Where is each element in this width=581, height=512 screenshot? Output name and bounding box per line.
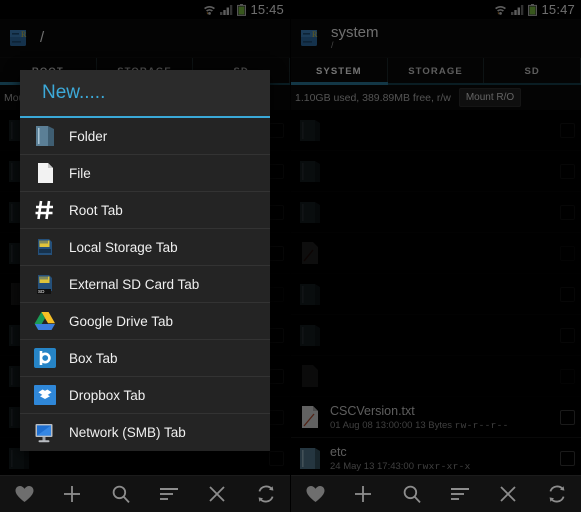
- refresh-icon[interactable]: [250, 480, 282, 508]
- hash-icon: [32, 197, 57, 223]
- menu-item-dropbox-tab[interactable]: Dropbox Tab: [20, 377, 270, 414]
- box-icon: [32, 345, 57, 371]
- menu-item-label: Root Tab: [69, 202, 123, 218]
- sdcard-icon: [32, 234, 57, 260]
- sort-icon[interactable]: [444, 480, 476, 508]
- folder-icon: [32, 123, 57, 149]
- menu-item-label: Box Tab: [69, 350, 118, 366]
- dual-screenshot: 15:45 R / ROOT STORAGE: [0, 0, 581, 512]
- add-icon[interactable]: [56, 480, 88, 508]
- menu-item-network-smb-tab[interactable]: Network (SMB) Tab: [20, 414, 270, 451]
- menu-item-local-storage-tab[interactable]: Local Storage Tab: [20, 229, 270, 266]
- add-icon[interactable]: [347, 480, 379, 508]
- dialog-scrim: [291, 0, 581, 512]
- close-icon[interactable]: [492, 480, 524, 508]
- sdcard-ext-icon: SD: [32, 271, 57, 297]
- menu-item-google-drive-tab[interactable]: Google Drive Tab: [20, 303, 270, 340]
- bottom-toolbar: [291, 475, 581, 512]
- dropbox-icon: [32, 382, 57, 408]
- menu-item-label: Dropbox Tab: [69, 387, 146, 403]
- menu-item-external-sd-tab[interactable]: SD External SD Card Tab: [20, 266, 270, 303]
- left-screen: 15:45 R / ROOT STORAGE: [0, 0, 290, 512]
- sort-icon[interactable]: [153, 480, 185, 508]
- favorites-icon[interactable]: [299, 480, 331, 508]
- menu-item-root-tab[interactable]: Root Tab: [20, 192, 270, 229]
- google-drive-icon: [32, 308, 57, 334]
- refresh-icon[interactable]: [541, 480, 573, 508]
- dialog-title: New.....: [42, 82, 106, 103]
- menu-item-folder[interactable]: Folder: [20, 118, 270, 155]
- favorites-icon[interactable]: [8, 480, 40, 508]
- file-icon: [32, 160, 57, 186]
- close-icon[interactable]: [201, 480, 233, 508]
- search-icon[interactable]: [105, 480, 137, 508]
- svg-text:SD: SD: [38, 289, 45, 294]
- right-screen: 15:47 R system / SYSTEM S: [290, 0, 581, 512]
- menu-item-label: Folder: [69, 128, 108, 144]
- menu-item-file[interactable]: File: [20, 155, 270, 192]
- new-item-dialog: New..... Folder File Root Tab Local Stor…: [20, 70, 270, 451]
- monitor-icon: [32, 420, 57, 446]
- menu-item-label: Local Storage Tab: [69, 239, 178, 255]
- menu-item-label: Google Drive Tab: [69, 313, 174, 329]
- dialog-header: New.....: [20, 70, 270, 118]
- menu-item-label: Network (SMB) Tab: [69, 425, 186, 440]
- menu-item-box-tab[interactable]: Box Tab: [20, 340, 270, 377]
- bottom-toolbar: [0, 475, 290, 512]
- search-icon[interactable]: [396, 480, 428, 508]
- menu-item-label: External SD Card Tab: [69, 276, 200, 292]
- menu-item-label: File: [69, 165, 91, 181]
